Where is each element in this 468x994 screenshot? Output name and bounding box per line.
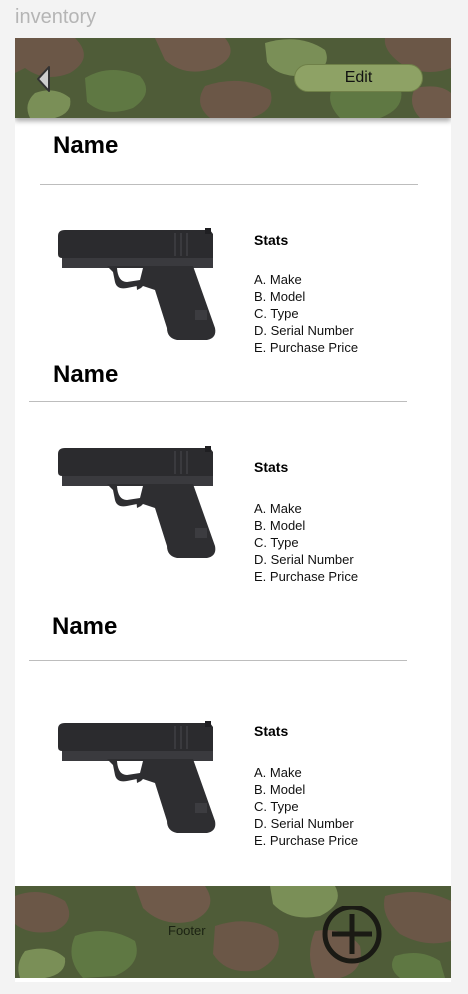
edit-button[interactable]: Edit [294,64,423,92]
stats-list: A. Make B. Model C. Type D. Serial Numbe… [254,764,358,849]
stat-model: B. Model [254,518,306,533]
stat-serial-number: D. Serial Number [254,323,354,338]
add-item-button[interactable] [320,906,384,970]
stats-list: A. Make B. Model C. Type D. Serial Numbe… [254,500,358,585]
item-name: Name [53,361,119,388]
pistol-image [58,446,216,558]
stats-title: Stats [254,723,289,739]
stat-type: C. Type [254,799,299,814]
pistol-image [58,721,216,833]
app-header: Edit [15,38,451,118]
stat-make: A. Make [254,765,302,780]
stat-model: B. Model [254,289,306,304]
app-footer: Footer [15,886,451,978]
frame-label: inventory [15,6,97,28]
stats-list: A. Make B. Model C. Type D. Serial Numbe… [254,271,358,356]
footer-label: Footer [168,923,206,938]
stat-purchase-price: E. Purchase Price [254,340,359,355]
camo-pattern [15,886,451,978]
plus-circle-icon [322,906,382,964]
stat-type: C. Type [254,535,299,550]
stat-purchase-price: E. Purchase Price [254,569,359,584]
back-button[interactable] [35,64,57,94]
stat-type: C. Type [254,306,299,321]
stat-serial-number: D. Serial Number [254,816,354,831]
item-divider [29,401,407,402]
item-divider [40,184,418,185]
stat-model: B. Model [254,782,306,797]
stats-title: Stats [254,232,289,248]
back-arrow-icon [37,66,50,92]
stats-title: Stats [254,459,289,475]
stat-make: A. Make [254,501,302,516]
app-screen: Edit Name Stats A. Make B. Model C. Type… [15,38,451,982]
pistol-image [58,228,216,340]
item-name: Name [53,132,119,159]
item-divider [29,660,407,661]
item-name: Name [52,613,118,640]
stat-make: A. Make [254,272,302,287]
stat-serial-number: D. Serial Number [254,552,354,567]
stat-purchase-price: E. Purchase Price [254,833,359,848]
